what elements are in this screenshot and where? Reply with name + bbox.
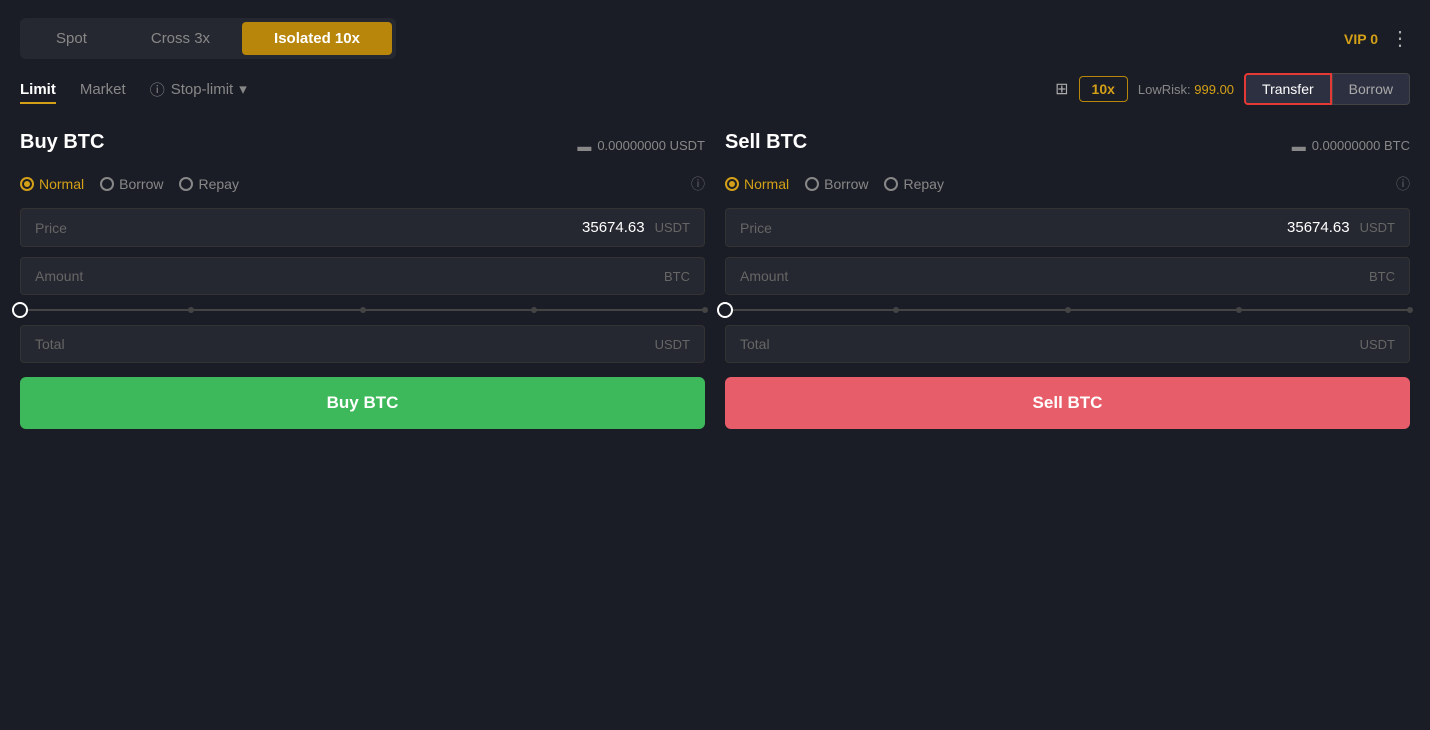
radio-circle-repay-buy	[179, 177, 193, 191]
radio-circle-borrow-sell	[805, 177, 819, 191]
chevron-down-icon: ▾	[239, 80, 247, 98]
buy-price-value-group: 35674.63 USDT	[582, 219, 690, 236]
radio-circle-repay-sell	[884, 177, 898, 191]
sell-price-label: Price	[740, 220, 772, 236]
buy-price-field[interactable]: Price 35674.63 USDT	[20, 208, 705, 247]
tab-spot[interactable]: Spot	[24, 22, 119, 55]
buy-slider-tick-100	[702, 307, 708, 313]
buy-amount-unit: BTC	[664, 269, 690, 284]
sell-amount-label: Amount	[740, 268, 788, 284]
buy-total-field[interactable]: Total USDT	[20, 325, 705, 363]
sell-slider-handle[interactable]	[717, 302, 733, 318]
sell-total-label: Total	[740, 336, 770, 352]
buy-slider-tick-50	[360, 307, 366, 313]
tab-isolated[interactable]: Isolated 10x	[242, 22, 392, 55]
sell-slider[interactable]	[725, 309, 1410, 311]
buy-price-unit: USDT	[655, 220, 690, 235]
radio-circle-borrow-buy	[100, 177, 114, 191]
sell-total-unit: USDT	[1360, 337, 1395, 352]
leverage-button[interactable]: 10x	[1079, 76, 1128, 102]
sell-info-icon: ⓘ	[1396, 174, 1410, 194]
sell-panel-header: Sell BTC ▬ 0.00000000 BTC	[725, 131, 1410, 160]
buy-slider-tick-75	[531, 307, 537, 313]
buy-panel: Buy BTC ▬ 0.00000000 USDT Normal Borrow	[20, 131, 705, 429]
buy-radio-normal[interactable]: Normal	[20, 176, 84, 192]
tab-bar: Spot Cross 3x Isolated 10x VIP 0 ⋮	[20, 18, 1410, 59]
buy-price-number: 35674.63	[582, 219, 645, 236]
buy-panel-header: Buy BTC ▬ 0.00000000 USDT	[20, 131, 705, 160]
buy-total-unit: USDT	[655, 337, 690, 352]
buy-slider[interactable]	[20, 309, 705, 311]
buy-info-icon: ⓘ	[691, 174, 705, 194]
order-type-limit[interactable]: Limit	[20, 77, 56, 102]
sell-price-value-group: 35674.63 USDT	[1287, 219, 1395, 236]
sell-slider-tick-100	[1407, 307, 1413, 313]
vip-label: VIP 0	[1344, 31, 1378, 47]
buy-panel-title: Buy BTC	[20, 131, 104, 154]
radio-circle-normal-sell	[725, 177, 739, 191]
buy-price-label: Price	[35, 220, 67, 236]
buy-amount-field[interactable]: Amount BTC	[20, 257, 705, 295]
card-icon-sell: ▬	[1292, 138, 1306, 154]
transfer-button[interactable]: Transfer	[1244, 73, 1332, 105]
buy-balance: ▬ 0.00000000 USDT	[577, 138, 705, 154]
stop-limit-label: Stop-limit	[171, 81, 234, 98]
buy-amount-value-group: BTC	[664, 269, 690, 284]
sell-price-field[interactable]: Price 35674.63 USDT	[725, 208, 1410, 247]
buy-amount-label: Amount	[35, 268, 83, 284]
sell-radio-group: Normal Borrow Repay ⓘ	[725, 174, 1410, 194]
buy-button[interactable]: Buy BTC	[20, 377, 705, 429]
sell-amount-field[interactable]: Amount BTC	[725, 257, 1410, 295]
buy-radio-borrow[interactable]: Borrow	[100, 176, 163, 192]
sell-slider-tick-25	[893, 307, 899, 313]
buy-balance-value: 0.00000000 USDT	[597, 138, 705, 153]
calculator-icon[interactable]: ⊞	[1055, 79, 1068, 99]
buy-slider-tick-25	[188, 307, 194, 313]
sell-slider-tick-50	[1065, 307, 1071, 313]
transfer-borrow-group: Transfer Borrow	[1244, 73, 1410, 105]
sell-slider-tick-75	[1236, 307, 1242, 313]
right-controls: ⊞ 10x LowRisk: 999.00 Transfer Borrow	[1055, 73, 1410, 105]
order-type-stop-limit[interactable]: ⓘ Stop-limit ▾	[150, 79, 247, 100]
buy-total-label: Total	[35, 336, 65, 352]
sell-balance: ▬ 0.00000000 BTC	[1292, 138, 1410, 154]
sell-panel-title: Sell BTC	[725, 131, 807, 154]
sell-total-field[interactable]: Total USDT	[725, 325, 1410, 363]
borrow-button-top[interactable]: Borrow	[1332, 73, 1410, 105]
trading-tabs: Spot Cross 3x Isolated 10x	[20, 18, 396, 59]
order-types: Limit Market ⓘ Stop-limit ▾	[20, 77, 247, 102]
more-icon[interactable]: ⋮	[1390, 26, 1410, 51]
order-type-bar: Limit Market ⓘ Stop-limit ▾ ⊞ 10x LowRis…	[20, 73, 1410, 115]
info-icon: ⓘ	[150, 79, 165, 100]
buy-radio-repay[interactable]: Repay	[179, 176, 238, 192]
order-type-market[interactable]: Market	[80, 77, 126, 102]
lowrisk-value: 999.00	[1194, 82, 1234, 97]
sell-amount-value-group: BTC	[1369, 269, 1395, 284]
sell-slider-track	[725, 309, 1410, 311]
tab-cross[interactable]: Cross 3x	[119, 22, 242, 55]
buy-slider-handle[interactable]	[12, 302, 28, 318]
buy-slider-track	[20, 309, 705, 311]
sell-button[interactable]: Sell BTC	[725, 377, 1410, 429]
sell-radio-repay[interactable]: Repay	[884, 176, 943, 192]
sell-panel: Sell BTC ▬ 0.00000000 BTC Normal Borrow	[725, 131, 1410, 429]
top-right-controls: VIP 0 ⋮	[1344, 26, 1410, 51]
radio-circle-normal	[20, 177, 34, 191]
sell-amount-unit: BTC	[1369, 269, 1395, 284]
lowrisk-label: LowRisk: 999.00	[1138, 82, 1234, 97]
trading-panels: Buy BTC ▬ 0.00000000 USDT Normal Borrow	[20, 131, 1410, 429]
buy-radio-group: Normal Borrow Repay ⓘ	[20, 174, 705, 194]
sell-radio-normal[interactable]: Normal	[725, 176, 789, 192]
card-icon-buy: ▬	[577, 138, 591, 154]
sell-price-unit: USDT	[1360, 220, 1395, 235]
sell-price-number: 35674.63	[1287, 219, 1350, 236]
sell-radio-borrow[interactable]: Borrow	[805, 176, 868, 192]
sell-balance-value: 0.00000000 BTC	[1312, 138, 1410, 153]
